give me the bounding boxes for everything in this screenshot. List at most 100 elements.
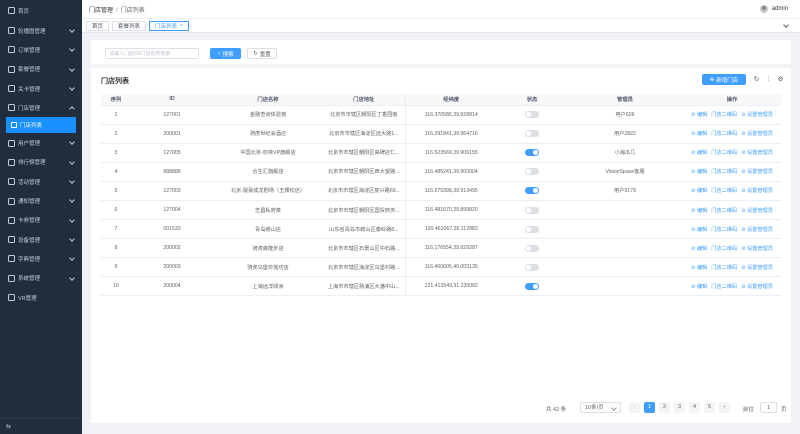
sidebar-item-users[interactable]: 用户管理 bbox=[0, 133, 82, 152]
settings-icon[interactable]: ⚙ bbox=[777, 76, 784, 83]
collapse-sidebar-icon[interactable]: ⇆ bbox=[0, 418, 82, 434]
store-qrcode-button[interactable]: 门店二维码 bbox=[711, 246, 737, 252]
breadcrumb-item-store-management[interactable]: 门店管理 bbox=[89, 8, 113, 14]
avatar bbox=[759, 5, 768, 13]
sidebar-item-label: 轮播图管理 bbox=[18, 28, 46, 35]
status-toggle[interactable] bbox=[525, 187, 539, 195]
sidebar-item-label: 关卡管理 bbox=[18, 86, 41, 93]
page-button-2[interactable]: 2 bbox=[659, 402, 670, 413]
status-toggle[interactable] bbox=[525, 111, 539, 119]
cell-name: 中国北京-欢咏VP旗舰店 bbox=[213, 143, 323, 163]
chevron-down-icon bbox=[69, 274, 75, 281]
tab-store-list[interactable]: 门店列表 × bbox=[149, 20, 189, 31]
tab-label: 首页 bbox=[92, 23, 104, 30]
sidebar-item-vr[interactable]: VR管理 bbox=[0, 288, 82, 307]
cell-admin: VisionSpace客服 bbox=[567, 162, 683, 182]
status-toggle[interactable] bbox=[525, 282, 539, 290]
sidebar-item-levels[interactable]: 关卡管理 bbox=[0, 79, 82, 98]
sidebar-item-leaderboard[interactable]: 排行榜管理 bbox=[0, 153, 82, 172]
chevron-down-icon[interactable] bbox=[783, 22, 789, 28]
sidebar-item-carousel[interactable]: 轮播图管理 bbox=[0, 21, 82, 40]
edit-button[interactable]: ⊘ 编辑 bbox=[691, 112, 707, 118]
cell-id: 127005 bbox=[131, 143, 213, 163]
status-toggle[interactable] bbox=[525, 130, 539, 138]
sidebar-item-devices[interactable]: 设备管理 bbox=[0, 230, 82, 249]
edit-button[interactable]: ⊘ 编辑 bbox=[691, 246, 707, 252]
cell-seq: 5 bbox=[101, 181, 131, 201]
user-menu[interactable]: admin bbox=[759, 5, 788, 13]
edit-button[interactable]: ⊘ 编辑 bbox=[691, 227, 707, 233]
close-icon[interactable]: × bbox=[180, 23, 183, 29]
sidebar-item-packages[interactable]: 套餐管理 bbox=[0, 60, 82, 79]
columns-icon[interactable]: ⫶ bbox=[765, 76, 772, 83]
cell-id: 127003 bbox=[131, 181, 213, 201]
sidebar-item-coupons[interactable]: 卡券管理 bbox=[0, 211, 82, 230]
sidebar-item-activities[interactable]: 活动管理 bbox=[0, 172, 82, 191]
sidebar-item-home[interactable]: 首页 bbox=[0, 0, 82, 21]
edit-button[interactable]: ⊘ 编辑 bbox=[691, 188, 707, 194]
add-store-button[interactable]: ⊕ 新增门店 bbox=[702, 74, 746, 85]
goto-page-input[interactable]: 1 bbox=[760, 402, 777, 413]
sidebar-item-label: 卡券管理 bbox=[18, 218, 41, 225]
goto-label: 前往 bbox=[743, 407, 755, 413]
prev-page-button[interactable]: ‹ bbox=[629, 402, 640, 413]
store-qrcode-button[interactable]: 门店二维码 bbox=[711, 169, 737, 175]
chevron-down-icon bbox=[69, 178, 75, 184]
cell-seq: 9 bbox=[101, 257, 131, 278]
tab-label: 门店列表 bbox=[155, 23, 178, 30]
store-qrcode-button[interactable]: 门店二维码 bbox=[711, 150, 737, 156]
status-toggle[interactable] bbox=[525, 244, 539, 252]
sidebar-item-store-list[interactable]: 门店列表 bbox=[6, 117, 76, 134]
set-admin-button[interactable]: ⊘ 设置管理员 bbox=[741, 208, 773, 214]
menu-icon bbox=[8, 294, 15, 301]
search-icon: ○ bbox=[217, 50, 221, 57]
store-qrcode-button[interactable]: 门店二维码 bbox=[711, 188, 737, 194]
tab-package-list[interactable]: 套餐列表 bbox=[112, 20, 147, 31]
store-qrcode-button[interactable]: 门店二维码 bbox=[711, 265, 737, 271]
store-qrcode-button[interactable]: 门店二维码 bbox=[711, 131, 737, 137]
reset-button[interactable]: ↻ 重置 bbox=[247, 48, 277, 59]
store-qrcode-button[interactable]: 门店二维码 bbox=[711, 284, 737, 290]
edit-button[interactable]: ⊘ 编辑 bbox=[691, 150, 707, 156]
sidebar-item-notifications[interactable]: 通知管理 bbox=[0, 191, 82, 210]
next-page-button[interactable]: › bbox=[719, 402, 730, 413]
set-admin-button[interactable]: ⊘ 设置管理员 bbox=[741, 169, 773, 175]
set-admin-button[interactable]: ⊘ 设置管理员 bbox=[741, 150, 773, 156]
page-button-3[interactable]: 3 bbox=[674, 402, 685, 413]
refresh-icon[interactable]: ↻ bbox=[753, 76, 760, 83]
store-qrcode-button[interactable]: 门店二维码 bbox=[711, 227, 737, 233]
sidebar-item-system[interactable]: 系统管理 bbox=[0, 269, 82, 288]
store-qrcode-button[interactable]: 门店二维码 bbox=[711, 112, 737, 118]
status-toggle[interactable] bbox=[525, 149, 539, 157]
edit-button[interactable]: ⊘ 编辑 bbox=[691, 265, 707, 271]
edit-button[interactable]: ⊘ 编辑 bbox=[691, 169, 707, 175]
sidebar-item-orders[interactable]: 订单管理 bbox=[0, 40, 82, 59]
sidebar-item-stores[interactable]: 门店管理 bbox=[0, 98, 82, 117]
status-toggle[interactable] bbox=[525, 225, 539, 233]
set-admin-button[interactable]: ⊘ 设置管理员 bbox=[741, 188, 773, 194]
set-admin-button[interactable]: ⊘ 设置管理员 bbox=[741, 112, 773, 118]
page-button-1[interactable]: 1 bbox=[644, 402, 655, 413]
set-admin-button[interactable]: ⊘ 设置管理员 bbox=[741, 131, 773, 137]
edit-button[interactable]: ⊘ 编辑 bbox=[691, 284, 707, 290]
page-button-5[interactable]: 5 bbox=[704, 402, 715, 413]
search-input[interactable]: 请输入门店ID/门店名称搜索 bbox=[105, 48, 199, 59]
sidebar-item-dictionary[interactable]: 字典管理 bbox=[0, 249, 82, 268]
edit-button[interactable]: ⊘ 编辑 bbox=[691, 208, 707, 214]
status-toggle[interactable] bbox=[525, 263, 539, 271]
set-admin-button[interactable]: ⊘ 设置管理员 bbox=[741, 227, 773, 233]
edit-button[interactable]: ⊘ 编辑 bbox=[691, 131, 707, 137]
tab-home[interactable]: 首页 bbox=[86, 20, 110, 31]
set-admin-button[interactable]: ⊘ 设置管理员 bbox=[741, 284, 773, 290]
store-qrcode-button[interactable]: 门店二维码 bbox=[711, 208, 737, 214]
search-button[interactable]: ○ 搜索 bbox=[210, 48, 241, 59]
set-admin-button[interactable]: ⊘ 设置管理员 bbox=[741, 265, 773, 271]
page-size-select[interactable]: 10条/页 bbox=[580, 402, 621, 413]
status-toggle[interactable] bbox=[525, 206, 539, 214]
list-icon bbox=[11, 122, 17, 129]
cell-actions: ⊘ 编辑 门店二维码 ⊘ 设置管理员 bbox=[683, 162, 781, 182]
set-admin-button[interactable]: ⊘ 设置管理员 bbox=[741, 246, 773, 252]
table-row: 1 127001 金融查询体验馆 北京市市辖区朝阳区丁香园南 116.370586,39… bbox=[101, 105, 781, 125]
page-button-4[interactable]: 4 bbox=[689, 402, 700, 413]
status-toggle[interactable] bbox=[525, 168, 539, 176]
